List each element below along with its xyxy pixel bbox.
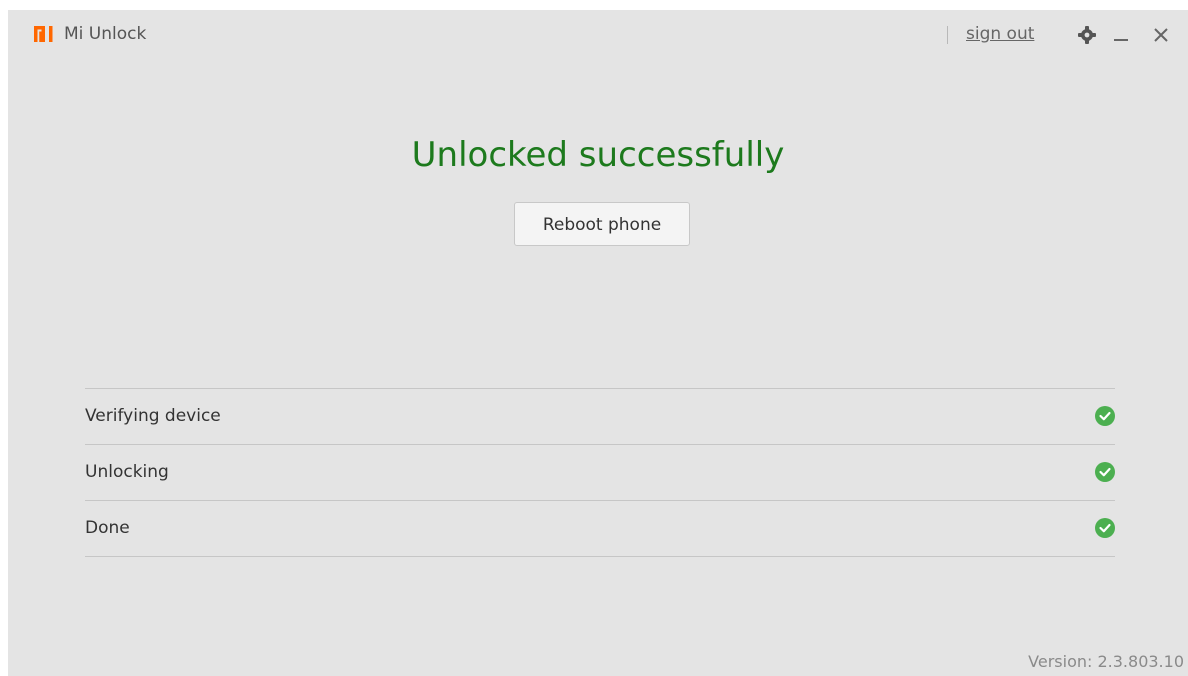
title-divider <box>947 26 948 44</box>
check-circle-icon <box>1095 462 1115 482</box>
close-icon[interactable] <box>1150 24 1172 46</box>
minimize-icon[interactable] <box>1110 24 1132 46</box>
step-row-unlocking: Unlocking <box>85 445 1115 501</box>
check-circle-icon <box>1095 518 1115 538</box>
step-row-verifying: Verifying device <box>85 389 1115 445</box>
step-label: Verifying device <box>85 406 221 426</box>
progress-steps: Verifying device Unlocking Done <box>85 388 1115 557</box>
check-circle-icon <box>1095 406 1115 426</box>
step-label: Done <box>85 518 130 538</box>
sign-out-link[interactable]: sign out <box>966 23 1034 45</box>
app-title: Mi Unlock <box>64 24 147 44</box>
version-label: Version: 2.3.803.10 <box>1028 652 1184 671</box>
mi-logo-icon <box>34 26 53 42</box>
step-label: Unlocking <box>85 462 169 482</box>
app-window: Mi Unlock sign out Unlocked successfully… <box>8 10 1188 676</box>
title-bar: Mi Unlock sign out <box>8 10 1188 62</box>
status-headline: Unlocked successfully <box>411 135 785 175</box>
reboot-phone-button[interactable]: Reboot phone <box>514 202 690 246</box>
gear-icon[interactable] <box>1076 24 1098 46</box>
step-row-done: Done <box>85 501 1115 557</box>
